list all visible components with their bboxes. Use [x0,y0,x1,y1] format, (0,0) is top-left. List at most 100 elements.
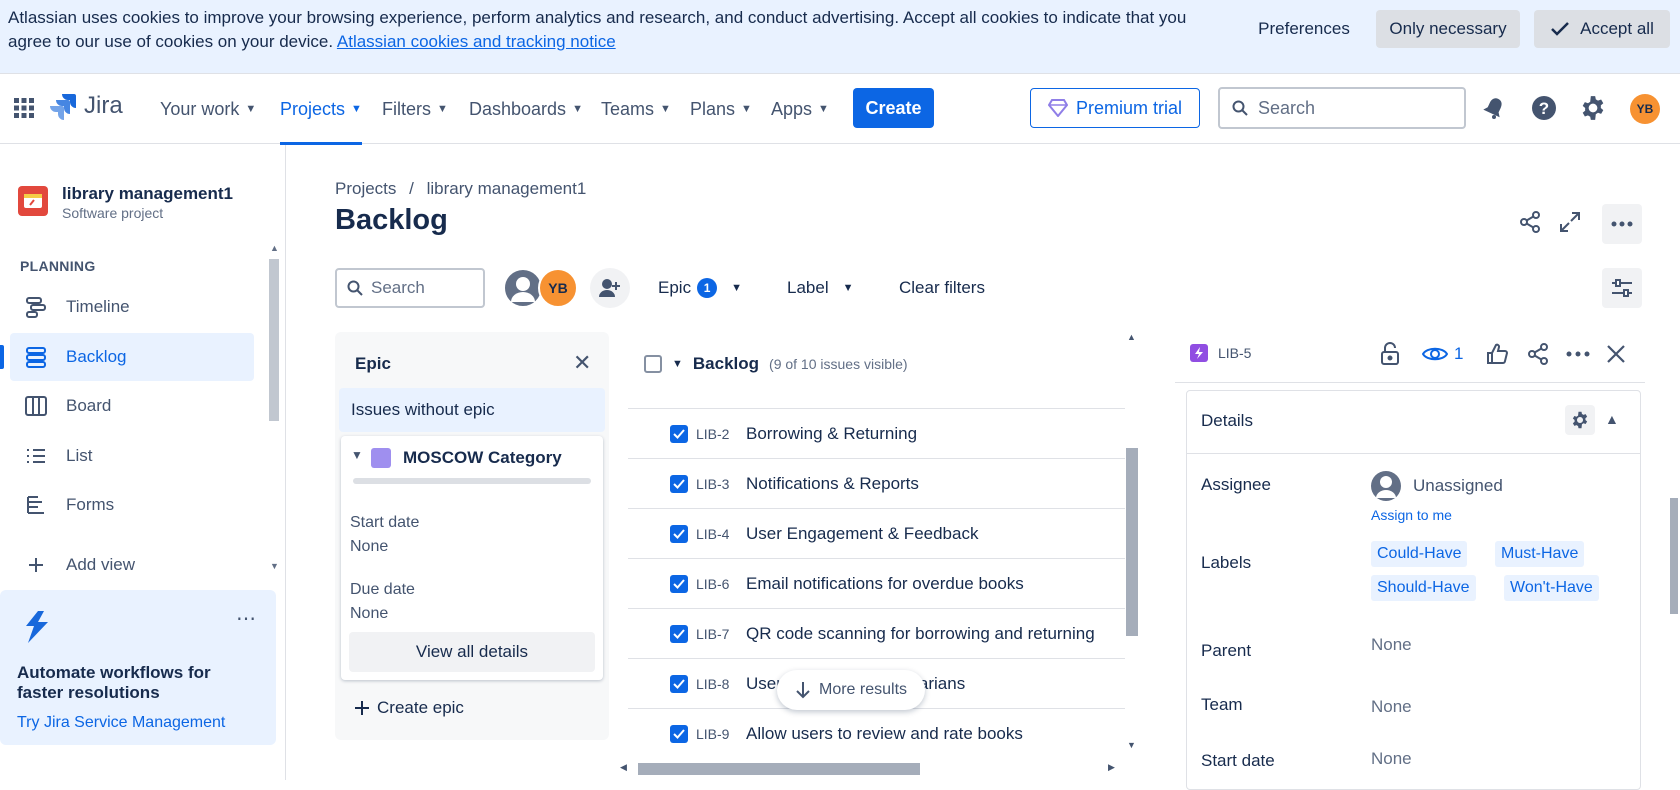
checkbox-checked-icon[interactable] [670,524,688,543]
issue-key[interactable]: LIB-8 [696,676,736,692]
app-switcher-icon[interactable] [10,94,38,122]
issue-key[interactable]: LIB-9 [696,726,736,742]
sidebar-item-board[interactable]: Board [10,382,254,430]
team-value[interactable]: None [1371,697,1412,717]
issue-row[interactable]: LIB-7 QR code scanning for borrowing and… [628,608,1125,658]
premium-trial-button[interactable]: Premium trial [1030,88,1200,128]
sidebar-item-list[interactable]: List [10,432,254,480]
nav-projects[interactable]: Projects ▼ [280,74,362,145]
user-avatar[interactable]: YB [1630,94,1660,124]
sidebar-item-backlog[interactable]: Backlog [0,333,254,381]
detail-scrollbar[interactable] [1668,330,1680,780]
chevron-down-icon[interactable]: ▼ [351,448,363,462]
sidebar-item-forms[interactable]: Forms [10,481,254,529]
lock-icon[interactable] [1380,340,1400,368]
issue-key[interactable]: LIB-2 [696,426,736,442]
chevron-down-icon[interactable]: ▼ [672,358,683,370]
cookie-notice-link[interactable]: Atlassian cookies and tracking notice [337,32,616,51]
configure-gear-icon[interactable] [1565,405,1595,435]
issue-summary[interactable]: QR code scanning for borrowing and retur… [746,624,1095,644]
more-options-icon[interactable]: ⋯ [236,606,256,631]
sidebar-item-timeline[interactable]: Timeline [10,283,254,331]
nav-filters[interactable]: Filters ▼ [382,74,448,144]
project-name[interactable]: library management1 [62,184,233,204]
epic-card[interactable]: ▼ MOSCOW Category Start date None Due da… [341,436,603,680]
sidebar-scrollbar[interactable]: ▲ ▼ [266,243,282,573]
issue-summary[interactable]: User Engagement & Feedback [746,524,978,544]
issue-row[interactable]: LIB-3 Notifications & Reports [628,458,1125,508]
checkbox-checked-icon[interactable] [670,624,688,643]
issue-key[interactable]: LIB-6 [696,576,736,592]
promo-link[interactable]: Try Jira Service Management [17,714,225,732]
close-icon[interactable]: ✕ [573,350,591,376]
only-necessary-button[interactable]: Only necessary [1376,10,1520,48]
issue-row[interactable]: LIB-9 Allow users to review and rate boo… [628,708,1125,752]
search-input[interactable]: Search [1218,87,1466,129]
issue-row[interactable]: LIB-6 Email notifications for overdue bo… [628,558,1125,608]
nav-your-work[interactable]: Your work ▼ [160,74,256,144]
nav-dashboards[interactable]: Dashboards ▼ [469,74,583,144]
watch-button[interactable]: 1 [1422,340,1463,368]
chevron-up-icon[interactable]: ▲ [1605,411,1619,427]
assignee-field[interactable]: Unassigned [1371,471,1503,501]
issue-summary[interactable]: Notifications & Reports [746,474,919,494]
issues-without-epic[interactable]: Issues without epic [339,388,605,432]
user-avatar-filter[interactable]: YB [538,268,578,308]
help-icon[interactable]: ? [1530,94,1558,122]
nav-plans[interactable]: Plans ▼ [690,74,752,144]
label-tag[interactable]: Won't-Have [1504,575,1599,601]
checkbox-checked-icon[interactable] [670,424,688,443]
checkbox-checked-icon[interactable] [670,474,688,493]
share-icon[interactable] [1526,340,1550,368]
add-people-icon[interactable] [590,268,630,308]
issue-key[interactable]: LIB-3 [696,476,736,492]
more-results-button[interactable]: More results [777,670,925,710]
project-avatar-icon[interactable] [18,186,48,216]
label-tag[interactable]: Should-Have [1371,575,1476,601]
label-tag[interactable]: Could-Have [1371,541,1468,567]
backlog-horizontal-scrollbar[interactable]: ◀ ▶ [620,760,1120,776]
issue-summary[interactable]: Borrowing & Returning [746,424,917,444]
accept-all-button[interactable]: Accept all [1534,10,1670,48]
sidebar-item-add-view[interactable]: Add view [10,541,254,589]
issue-summary[interactable]: Allow users to review and rate books [746,724,1023,744]
breadcrumb-project[interactable]: library management1 [427,179,587,198]
clear-filters-button[interactable]: Clear filters [899,268,985,308]
settings-gear-icon[interactable] [1579,94,1607,122]
start-date-value[interactable]: None [1371,749,1412,769]
select-all-checkbox[interactable] [644,355,662,373]
close-icon[interactable] [1606,340,1626,368]
checkbox-checked-icon[interactable] [670,674,688,693]
view-settings-icon[interactable] [1602,268,1642,308]
issue-row[interactable]: LIB-2 Borrowing & Returning [628,408,1125,458]
backlog-vertical-scrollbar[interactable]: ▲ ▼ [1124,332,1140,754]
expand-icon[interactable] [1552,204,1588,240]
checkbox-checked-icon[interactable] [670,574,688,593]
issue-key[interactable]: LIB-7 [696,626,736,642]
issue-summary[interactable]: Email notifications for overdue books [746,574,1024,594]
unassigned-avatar-filter[interactable] [503,268,543,308]
backlog-search-input[interactable]: Search [335,268,485,308]
more-actions-icon[interactable] [1566,340,1590,368]
parent-value[interactable]: None [1371,635,1412,655]
issue-key[interactable]: LIB-4 [696,526,736,542]
assign-to-me-link[interactable]: Assign to me [1371,507,1452,523]
create-epic-button[interactable]: Create epic [355,698,464,718]
thumbs-up-icon[interactable] [1486,340,1508,368]
more-actions-icon[interactable] [1602,204,1642,244]
create-button[interactable]: Create [853,88,934,128]
backlog-header[interactable]: ▼ Backlog (9 of 10 issues visible) [644,354,908,374]
notifications-icon[interactable] [1480,94,1508,122]
issue-key-header[interactable]: LIB-5 [1190,344,1251,362]
view-all-details-button[interactable]: View all details [349,632,595,672]
epic-filter[interactable]: Epic 1 ▼ [658,268,742,308]
checkbox-checked-icon[interactable] [670,724,688,743]
jira-logo[interactable]: Jira [50,92,123,120]
label-tag[interactable]: Must-Have [1495,541,1585,567]
label-filter[interactable]: Label ▼ [787,268,854,308]
breadcrumb-projects[interactable]: Projects [335,179,396,198]
preferences-button[interactable]: Preferences [1248,10,1360,48]
nav-apps[interactable]: Apps ▼ [771,74,829,144]
share-icon[interactable] [1512,204,1548,240]
issue-row[interactable]: LIB-4 User Engagement & Feedback [628,508,1125,558]
